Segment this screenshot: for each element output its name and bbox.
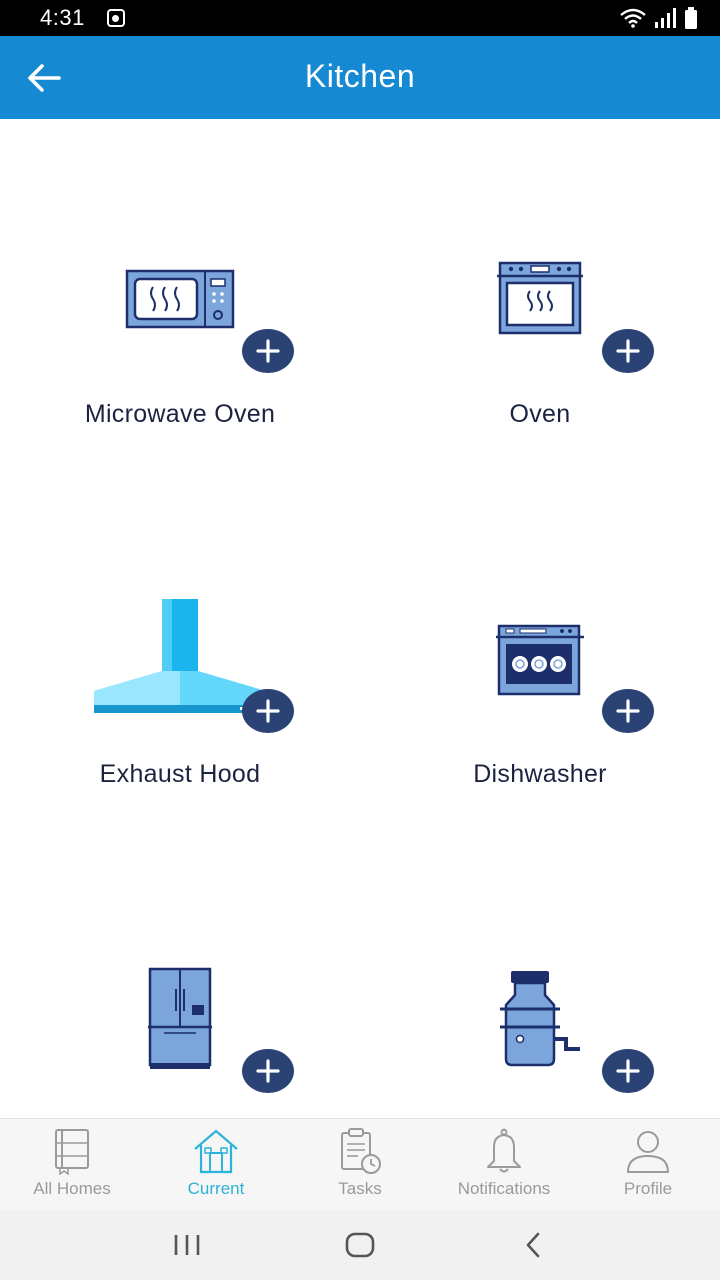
chevron-left-icon — [527, 1232, 540, 1257]
system-back-button[interactable] — [503, 1220, 563, 1270]
recent-apps-icon — [174, 1234, 199, 1255]
plus-icon — [256, 1059, 280, 1083]
nav-current[interactable]: Current — [144, 1119, 288, 1210]
appliance-label: Dishwasher — [473, 760, 607, 788]
appliance-dishwasher[interactable]: Dishwasher — [360, 479, 720, 839]
nav-all-homes[interactable]: All Homes — [0, 1119, 144, 1210]
plus-icon — [616, 339, 640, 363]
add-garbage-disposal-button[interactable] — [602, 1049, 654, 1093]
signal-icon — [655, 8, 676, 28]
page-title: Kitchen — [304, 58, 416, 94]
nav-label: All Homes — [33, 1179, 111, 1198]
appliance-label: Oven — [509, 400, 571, 428]
battery-icon — [685, 7, 697, 29]
status-time: 4:31 — [40, 5, 85, 30]
bottom-navigation: All Homes Current Tasks Notifications Pr… — [0, 1118, 720, 1209]
appliance-grid: Microwave Oven Oven Exhaust Hood Dishwas… — [0, 119, 720, 1118]
add-refrigerator-button[interactable] — [242, 1049, 294, 1093]
nav-profile[interactable]: Profile — [576, 1119, 720, 1210]
app-notification-icon — [106, 9, 125, 27]
appliance-label: Microwave Oven — [84, 400, 276, 428]
oven-icon — [497, 261, 583, 335]
microwave-icon — [125, 269, 235, 329]
garbage-disposal-icon — [500, 971, 580, 1067]
add-exhaust-hood-button[interactable] — [242, 689, 294, 733]
appliance-refrigerator[interactable] — [0, 839, 360, 1118]
nav-label: Tasks — [338, 1179, 382, 1198]
refrigerator-icon — [148, 967, 212, 1069]
status-bar: 4:31 — [0, 0, 720, 36]
clipboard-clock-icon — [341, 1128, 381, 1174]
appliance-oven[interactable]: Oven — [360, 119, 720, 479]
appliance-garbage-disposal[interactable] — [360, 839, 720, 1118]
appliance-label: Exhaust Hood — [99, 760, 261, 788]
app-bar: Kitchen — [0, 36, 720, 119]
appliance-microwave[interactable]: Microwave Oven — [0, 119, 360, 479]
user-icon — [627, 1131, 669, 1173]
plus-icon — [256, 339, 280, 363]
house-icon — [194, 1129, 238, 1174]
nav-label: Profile — [623, 1179, 673, 1198]
home-circle-icon — [345, 1232, 375, 1257]
system-navigation-bar — [0, 1209, 720, 1280]
home-button[interactable] — [330, 1220, 390, 1270]
exhaust-hood-icon — [94, 599, 266, 713]
dishwasher-icon — [496, 624, 584, 696]
bell-icon — [487, 1128, 521, 1173]
nav-label: Current — [187, 1179, 245, 1198]
appliance-exhaust-hood[interactable]: Exhaust Hood — [0, 479, 360, 839]
nav-tasks[interactable]: Tasks — [288, 1119, 432, 1210]
add-microwave-button[interactable] — [242, 329, 294, 373]
recent-apps-button[interactable] — [157, 1220, 217, 1270]
plus-icon — [616, 699, 640, 723]
add-oven-button[interactable] — [602, 329, 654, 373]
nav-label: Notifications — [457, 1179, 551, 1198]
plus-icon — [256, 699, 280, 723]
status-icons — [620, 7, 698, 29]
nav-notifications[interactable]: Notifications — [432, 1119, 576, 1210]
add-dishwasher-button[interactable] — [602, 689, 654, 733]
book-icon — [55, 1129, 89, 1175]
wifi-icon — [620, 8, 646, 28]
plus-icon — [616, 1059, 640, 1083]
